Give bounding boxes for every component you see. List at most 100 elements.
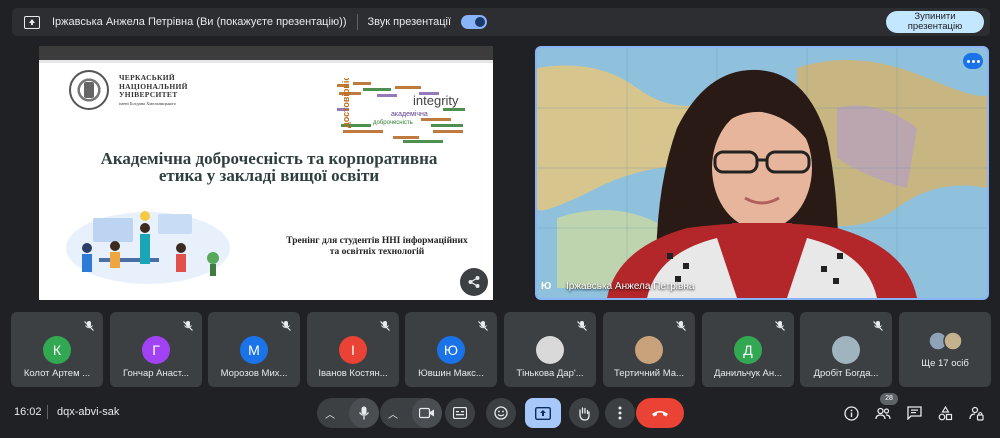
more-options-button[interactable] (605, 398, 635, 428)
meeting-details-button[interactable] (843, 405, 859, 421)
participant-tile[interactable]: Тінькова Дар'... (504, 312, 596, 387)
hand-icon (579, 406, 590, 421)
avatar (635, 336, 663, 364)
team-illustration (66, 211, 230, 284)
camera-control[interactable]: ︿ (380, 398, 442, 428)
participant-name: Дробіт Богда... (813, 368, 879, 379)
mic-off-icon (873, 321, 883, 331)
mic-off-icon (775, 321, 785, 331)
activities-button[interactable] (937, 405, 953, 421)
slide-subtitle: Тренінг для студентів ННІ інформаційних … (286, 236, 468, 257)
people-icon (875, 407, 891, 419)
camera-button[interactable] (412, 398, 442, 428)
mic-off-icon (281, 321, 291, 331)
participant-tile[interactable]: Ю Ювшин Макс... (405, 312, 497, 387)
dot-icon (976, 59, 980, 63)
wordcloud-word-vertical: достовірність (341, 78, 351, 128)
reactions-button[interactable] (486, 398, 516, 428)
university-name-line3: УНІВЕРСИТЕТ (119, 90, 178, 99)
divider (47, 405, 48, 419)
mic-off-icon (478, 321, 488, 331)
present-icon (535, 406, 551, 420)
captions-button[interactable] (445, 398, 475, 428)
leave-call-button[interactable] (636, 398, 684, 428)
chat-button[interactable] (906, 405, 922, 421)
info-icon (843, 405, 859, 421)
participant-name: Тертичний Ма... (614, 368, 684, 379)
participant-tile[interactable]: Дробіт Богда... (800, 312, 892, 387)
presentation-sound-label: Звук презентації (367, 16, 452, 28)
present-screen-icon (24, 15, 40, 29)
presentation-bar: Іржавська Анжела Петрівна (Ви (покажуєте… (12, 8, 990, 36)
participant-name: Ювшин Макс... (418, 368, 484, 379)
presenter-name: Іржавська Анжела Петрівна (566, 281, 695, 292)
mic-off-icon (183, 321, 193, 331)
presenter-video-frame (537, 48, 987, 298)
clock: 16:02 (14, 406, 42, 418)
presenter-video[interactable] (535, 46, 989, 300)
more-participants-tile[interactable]: Ще 17 осіб (899, 312, 991, 387)
avatar: Г (142, 336, 170, 364)
stacked-avatars-icon (928, 331, 963, 351)
microphone-control[interactable]: ︿ (317, 398, 379, 428)
mic-off-icon (84, 321, 94, 331)
host-controls-button[interactable] (968, 405, 984, 421)
chevron-up-icon: ︿ (325, 409, 335, 421)
divider (356, 14, 358, 30)
presenter-initial-badge: Ю (541, 281, 552, 292)
people-count-badge: 28 (880, 393, 898, 405)
participant-tile[interactable]: Г Гончар Анаст... (110, 312, 202, 387)
university-name: ЧЕРКАСЬКИЙ НАЦІОНАЛЬНИЙ УНІВЕРСИТЕТ імен… (119, 73, 188, 108)
slide-header-bar (39, 46, 493, 60)
avatar (832, 336, 860, 364)
avatar: К (43, 336, 71, 364)
mic-off-icon (380, 321, 390, 331)
dot-icon (971, 59, 975, 63)
present-now-button[interactable] (525, 398, 561, 428)
wordcloud-word-integrity: integrity (413, 93, 459, 108)
avatar: Д (734, 336, 762, 364)
camera-icon (419, 407, 434, 419)
participant-name: Гончар Анаст... (122, 368, 190, 379)
wordcloud-word-dobro: доброчесність (373, 120, 413, 126)
wordcloud-word-academic: академічна (391, 110, 428, 118)
participant-tile[interactable]: І Іванов Костян... (307, 312, 399, 387)
university-subtitle: імені Богдана Хмельницького (119, 100, 177, 106)
meeting-code: dqx-abvi-sak (57, 406, 120, 418)
share-slide-button[interactable] (460, 268, 488, 296)
shapes-icon (938, 405, 952, 420)
slide-header-stripe (39, 60, 493, 63)
participant-name: Данильчук Ан... (713, 368, 783, 379)
mic-off-icon (577, 321, 587, 331)
emoji-icon (494, 406, 508, 420)
avatar: М (240, 336, 268, 364)
participant-tile[interactable]: К Колот Артем ... (11, 312, 103, 387)
participant-name: Тінькова Дар'... (516, 368, 584, 379)
mic-off-icon (676, 321, 686, 331)
raise-hand-button[interactable] (569, 398, 599, 428)
microphone-button[interactable] (349, 398, 379, 428)
chat-icon (906, 406, 922, 420)
avatar: Ю (437, 336, 465, 364)
avatar (536, 336, 564, 364)
participant-name: Морозов Мих... (220, 368, 288, 379)
participant-name: Іванов Костян... (318, 368, 388, 379)
participant-tile[interactable]: Д Данильчук Ан... (702, 312, 794, 387)
stop-presenting-button[interactable]: Зупинити презентацію (886, 11, 984, 33)
participant-tile[interactable]: Тертичний Ма... (603, 312, 695, 387)
chevron-up-icon: ︿ (388, 409, 398, 421)
more-participants-label: Ще 17 осіб (921, 358, 969, 369)
captions-icon (453, 407, 467, 419)
presentation-sound-toggle[interactable] (461, 15, 488, 29)
university-logo (69, 70, 109, 110)
people-button[interactable] (875, 405, 891, 421)
dot-icon (966, 59, 970, 63)
participant-tile[interactable]: М Морозов Мих... (208, 312, 300, 387)
avatar: І (339, 336, 367, 364)
word-cloud-image: достовірність integrity академічна добро… (333, 78, 469, 144)
presenting-label: Іржавська Анжела Петрівна (Ви (покажуєте… (52, 16, 347, 28)
microphone-icon (358, 406, 370, 420)
share-icon (468, 276, 480, 288)
video-more-options-button[interactable] (963, 53, 983, 69)
participant-name: Колот Артем ... (23, 368, 91, 379)
